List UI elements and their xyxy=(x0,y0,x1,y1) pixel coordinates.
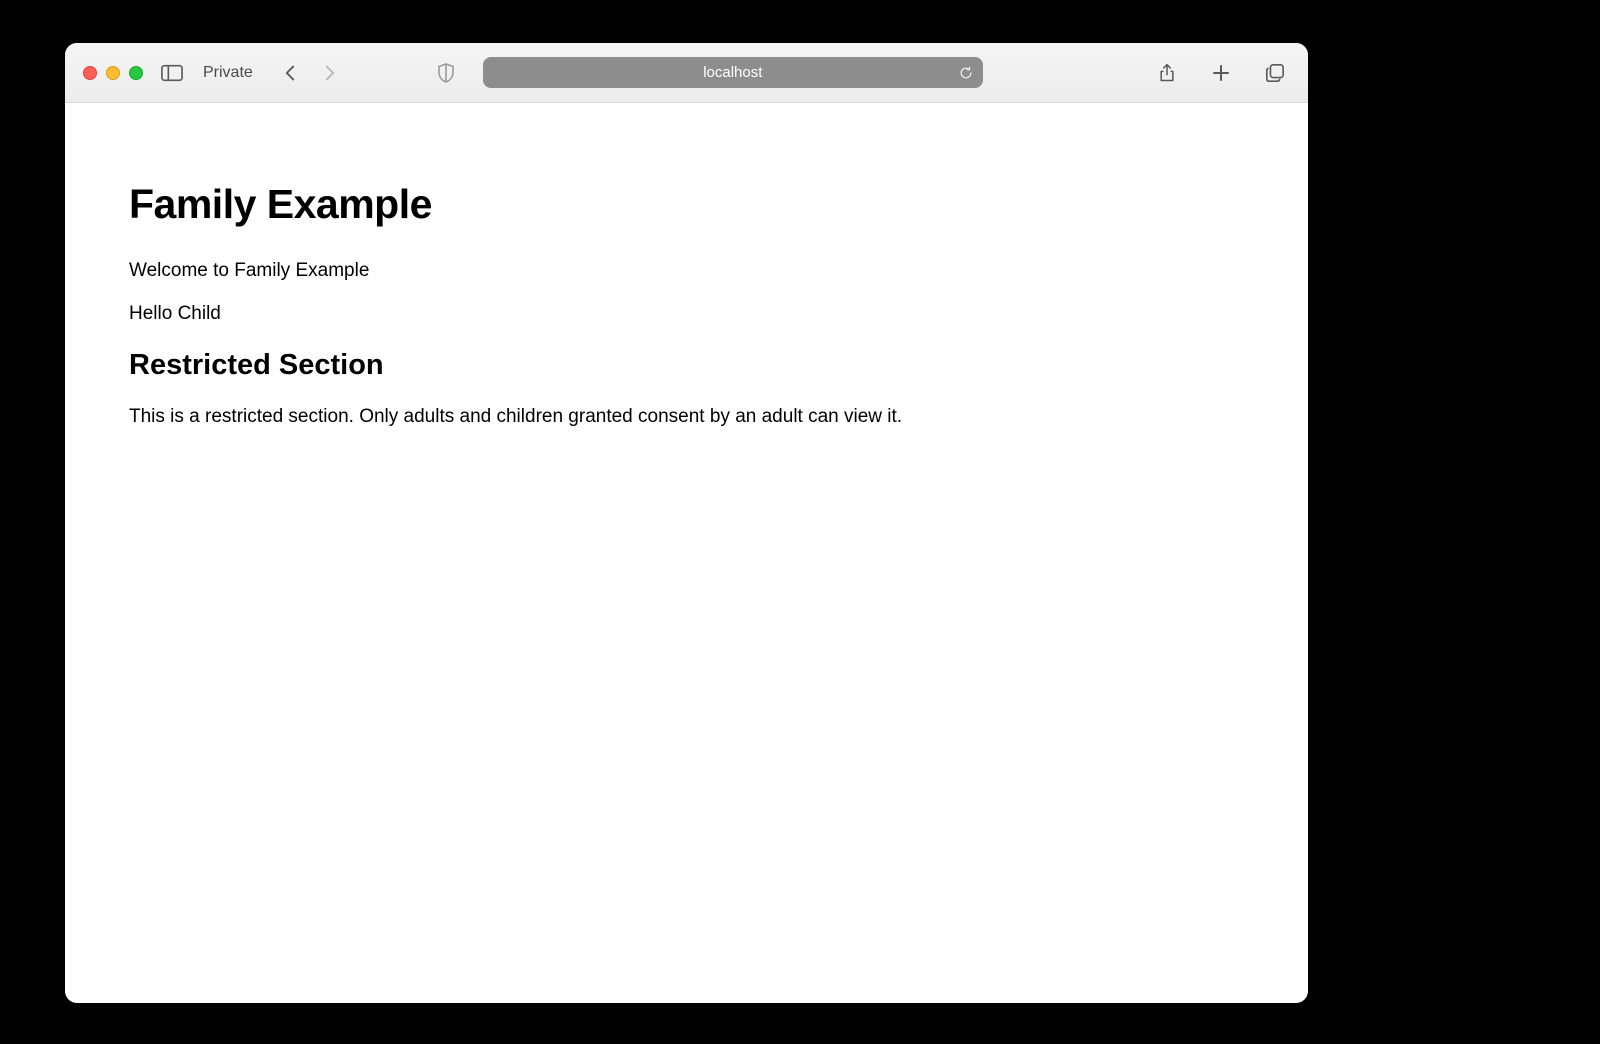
new-tab-button[interactable] xyxy=(1206,58,1236,88)
nav-buttons xyxy=(275,58,345,88)
privacy-report-button[interactable] xyxy=(431,58,461,88)
chevron-left-icon xyxy=(282,65,298,81)
tabs-overview-button[interactable] xyxy=(1260,58,1290,88)
reload-icon xyxy=(959,66,973,80)
sidebar-toggle-button[interactable] xyxy=(157,58,187,88)
sidebar-icon xyxy=(161,64,183,82)
window-controls xyxy=(83,66,143,80)
maximize-window-button[interactable] xyxy=(129,66,143,80)
share-button[interactable] xyxy=(1152,58,1182,88)
forward-button xyxy=(315,58,345,88)
page-content: Family Example Welcome to Family Example… xyxy=(65,103,1308,487)
private-mode-label: Private xyxy=(203,64,253,82)
share-icon xyxy=(1157,63,1177,83)
tabs-icon xyxy=(1265,63,1285,83)
section-heading: Restricted Section xyxy=(129,349,1244,382)
address-bar[interactable]: localhost xyxy=(483,57,983,88)
page-title: Family Example xyxy=(129,181,1244,228)
shield-icon xyxy=(437,63,455,83)
toolbar-right-group xyxy=(1152,58,1290,88)
section-description: This is a restricted section. Only adult… xyxy=(129,404,1244,431)
address-text: localhost xyxy=(703,64,762,81)
browser-toolbar: Private localhost xyxy=(65,43,1308,103)
reload-button[interactable] xyxy=(959,66,973,80)
minimize-window-button[interactable] xyxy=(106,66,120,80)
browser-window: Private localhost xyxy=(65,43,1308,1003)
chevron-right-icon xyxy=(322,65,338,81)
plus-icon xyxy=(1211,63,1231,83)
welcome-text: Welcome to Family Example xyxy=(129,258,1244,285)
back-button[interactable] xyxy=(275,58,305,88)
greeting-text: Hello Child xyxy=(129,301,1244,328)
close-window-button[interactable] xyxy=(83,66,97,80)
